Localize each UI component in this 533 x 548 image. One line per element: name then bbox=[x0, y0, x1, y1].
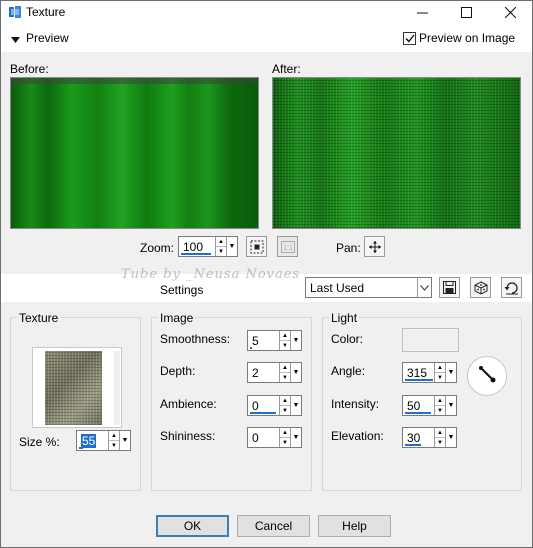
pan-label: Pan: bbox=[336, 241, 361, 255]
size-value: 55 bbox=[81, 433, 97, 448]
elevation-dropdown-icon[interactable]: ▼ bbox=[445, 428, 456, 447]
depth-value: 2 bbox=[252, 365, 259, 380]
pan-icon bbox=[368, 240, 381, 253]
angle-dial[interactable] bbox=[467, 356, 507, 396]
intensity-spin-arrows-icon[interactable]: ▲ ▼ bbox=[434, 396, 445, 415]
depth-spinbox[interactable]: 2 ▲ ▼ ▼ bbox=[247, 362, 302, 383]
light-group-title: Light bbox=[329, 311, 360, 325]
angle-label: Angle: bbox=[331, 364, 366, 378]
zoom-fit-button[interactable] bbox=[246, 236, 267, 257]
zoom-fit-icon bbox=[250, 240, 263, 253]
preview-area: Before: After: Zoom: 100 ▲ ▼ ▼ 1:1 Pan: bbox=[1, 52, 532, 274]
title-bar: Texture bbox=[1, 1, 532, 24]
elevation-spinbox[interactable]: 30 ▲ ▼ ▼ bbox=[402, 427, 457, 448]
zoom-label: Zoom: bbox=[140, 241, 175, 255]
randomize-button[interactable] bbox=[470, 277, 491, 298]
preset-dropdown-icon[interactable] bbox=[417, 278, 431, 297]
intensity-dropdown-icon[interactable]: ▼ bbox=[445, 396, 456, 415]
intensity-spinbox[interactable]: 50 ▲ ▼ ▼ bbox=[402, 395, 457, 416]
before-label: Before: bbox=[10, 62, 49, 76]
angle-spin-arrows-icon[interactable]: ▲ ▼ bbox=[434, 363, 445, 382]
elevation-spin-arrows-icon[interactable]: ▲ ▼ bbox=[434, 428, 445, 447]
smoothness-value: 5 bbox=[252, 333, 259, 348]
texture-swatch-box[interactable] bbox=[32, 347, 122, 428]
ok-button[interactable]: OK bbox=[156, 515, 229, 537]
actual-size-icon: 1:1 bbox=[280, 240, 295, 253]
smoothness-label: Smoothness: bbox=[160, 332, 231, 346]
zoom-spinbox[interactable]: 100 ▲ ▼ ▼ bbox=[178, 236, 238, 257]
save-preset-button[interactable] bbox=[439, 277, 460, 298]
window-title: Texture bbox=[26, 5, 66, 19]
zoom-value: 100 bbox=[183, 239, 204, 254]
size-spin-arrows-icon[interactable]: ▲ ▼ bbox=[108, 431, 119, 450]
dice-icon bbox=[474, 280, 487, 295]
angle-value: 315 bbox=[407, 365, 428, 380]
smoothness-dropdown-icon[interactable]: ▼ bbox=[290, 331, 301, 350]
reset-icon bbox=[504, 281, 518, 294]
save-icon bbox=[443, 281, 456, 294]
maximize-icon[interactable] bbox=[444, 1, 488, 24]
pan-button[interactable] bbox=[364, 236, 385, 257]
intensity-value: 50 bbox=[407, 398, 421, 413]
size-label: Size %: bbox=[19, 435, 60, 449]
size-dropdown-icon[interactable]: ▼ bbox=[119, 431, 130, 450]
watermark-text: Tube by _Neusa Novaes bbox=[121, 267, 301, 282]
shininess-spinbox[interactable]: 0 ▲ ▼ ▼ bbox=[247, 427, 302, 448]
shininess-spin-arrows-icon[interactable]: ▲ ▼ bbox=[279, 428, 290, 447]
zoom-spin-arrows-icon[interactable]: ▲ ▼ bbox=[215, 237, 226, 256]
minimize-icon[interactable] bbox=[400, 1, 444, 24]
shininess-dropdown-icon[interactable]: ▼ bbox=[290, 428, 301, 447]
preview-header: Preview Preview on Image bbox=[1, 24, 532, 52]
after-label: After: bbox=[272, 62, 301, 76]
texture-swatch-image bbox=[45, 351, 102, 425]
elevation-value: 30 bbox=[407, 430, 421, 445]
before-preview-image[interactable] bbox=[10, 77, 259, 229]
color-label: Color: bbox=[331, 332, 364, 346]
help-button[interactable]: Help bbox=[318, 515, 391, 537]
collapse-triangle-icon[interactable] bbox=[11, 33, 20, 47]
settings-preset-dropdown[interactable]: Last Used bbox=[305, 277, 432, 298]
ambience-spinbox[interactable]: 0 ▲ ▼ ▼ bbox=[247, 395, 302, 416]
ambience-value: 0 bbox=[252, 398, 259, 413]
zoom-actual-size-button[interactable]: 1:1 bbox=[277, 236, 298, 257]
reset-button[interactable] bbox=[501, 277, 522, 298]
ambience-label: Ambience: bbox=[160, 397, 217, 411]
depth-label: Depth: bbox=[160, 364, 196, 378]
svg-text:1:1: 1:1 bbox=[283, 245, 293, 252]
cancel-button[interactable]: Cancel bbox=[237, 515, 310, 537]
shininess-label: Shininess: bbox=[160, 429, 216, 443]
angle-spinbox[interactable]: 315 ▲ ▼ ▼ bbox=[402, 362, 457, 383]
preview-on-image-checkbox[interactable] bbox=[403, 32, 416, 45]
settings-label: Settings bbox=[160, 283, 204, 297]
close-icon[interactable] bbox=[488, 1, 532, 24]
ambience-spin-arrows-icon[interactable]: ▲ ▼ bbox=[279, 396, 290, 415]
preview-label: Preview bbox=[26, 31, 69, 45]
texture-dialog: Texture Preview Preview on Image Before:… bbox=[0, 0, 533, 548]
smoothness-spin-arrows-icon[interactable]: ▲ ▼ bbox=[279, 331, 290, 350]
preview-on-image-label: Preview on Image bbox=[419, 31, 516, 45]
intensity-label: Intensity: bbox=[331, 397, 380, 411]
ambience-dropdown-icon[interactable]: ▼ bbox=[290, 396, 301, 415]
after-preview-image[interactable] bbox=[272, 77, 521, 229]
shininess-value: 0 bbox=[252, 430, 259, 445]
preset-value: Last Used bbox=[310, 280, 365, 295]
size-spinbox[interactable]: 55 ▲ ▼ ▼ bbox=[76, 430, 131, 451]
angle-dial-needle-icon bbox=[479, 366, 496, 383]
angle-dropdown-icon[interactable]: ▼ bbox=[445, 363, 456, 382]
light-color-swatch[interactable] bbox=[402, 328, 459, 352]
image-group-title: Image bbox=[158, 311, 196, 325]
elevation-label: Elevation: bbox=[331, 429, 384, 443]
depth-dropdown-icon[interactable]: ▼ bbox=[290, 363, 301, 382]
smoothness-spinbox[interactable]: 5 ▲ ▼ ▼ bbox=[247, 330, 302, 351]
app-icon bbox=[8, 5, 22, 19]
texture-swatch-scrollbar[interactable] bbox=[114, 351, 120, 425]
texture-group-title: Texture bbox=[17, 311, 61, 325]
depth-spin-arrows-icon[interactable]: ▲ ▼ bbox=[279, 363, 290, 382]
zoom-dropdown-icon[interactable]: ▼ bbox=[226, 237, 237, 256]
